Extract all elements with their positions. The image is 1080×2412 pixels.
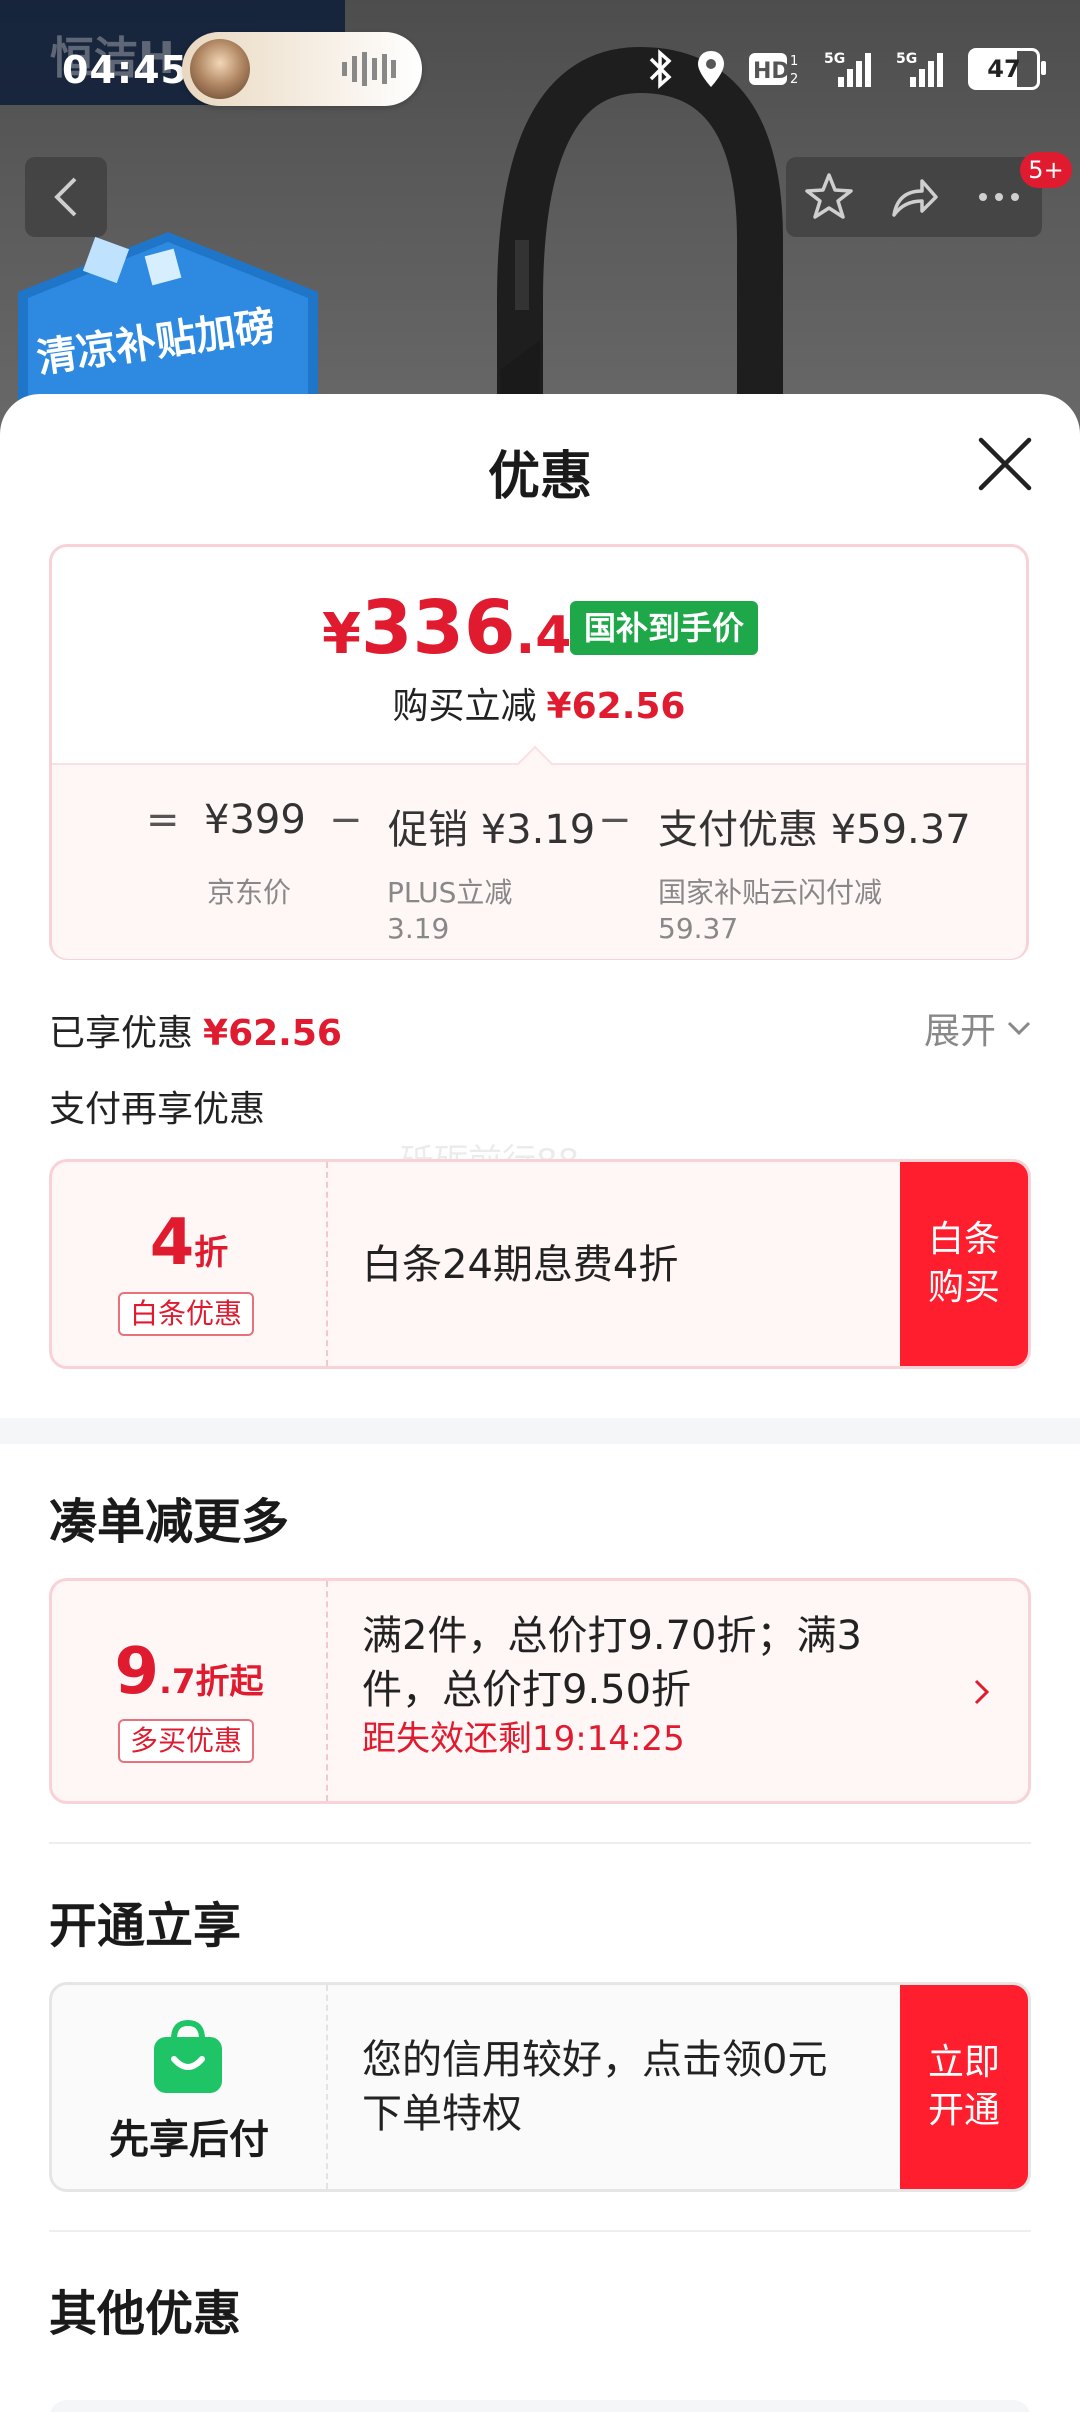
enjoyed-discount: 已享优惠 ¥62.56 bbox=[49, 1004, 342, 1056]
media-thumbnail bbox=[190, 39, 250, 99]
promo-value: 促销 ¥3.19 bbox=[388, 807, 596, 853]
formula-equals: = bbox=[146, 797, 180, 843]
baitiao-buy-button[interactable]: 白条 购买 bbox=[900, 1162, 1028, 1366]
formula-minus-2: − bbox=[598, 797, 632, 843]
bundle-offer-desc: 满2件，总价打9.70折；满3 件，总价打9.50折 距失效还剩19:14:25 bbox=[362, 1609, 862, 1761]
battery-level: 47 bbox=[987, 55, 1021, 83]
svg-text:2: 2 bbox=[790, 72, 798, 87]
activate-now-button[interactable]: 立即 开通 bbox=[900, 1985, 1028, 2189]
baitiao-discount-value: 4折 bbox=[52, 1206, 326, 1280]
jd-price-label: 京东价 bbox=[207, 876, 292, 909]
media-playback-pill[interactable] bbox=[182, 32, 422, 106]
bundle-section-title: 凑单减更多 bbox=[49, 1494, 290, 1550]
pay-later-brand: 先享后付 bbox=[109, 2117, 269, 2163]
location-icon bbox=[698, 51, 724, 87]
bundle-discount-rest: .7折起 bbox=[158, 1662, 264, 1702]
activate-button-line1: 立即 bbox=[927, 2042, 1000, 2083]
header-actions bbox=[786, 157, 1042, 237]
chevron-left-icon bbox=[54, 177, 77, 217]
status-time: 04:45 bbox=[62, 48, 188, 92]
bundle-tag: 多买优惠 bbox=[118, 1719, 255, 1763]
price-formula-panel: = ¥399 − 促销 ¥3.19 − 支付优惠 ¥59.37 京东价 PLUS… bbox=[52, 745, 1026, 959]
message-count-badge: 5+ bbox=[1020, 152, 1072, 188]
reduce-line: 购买立减 ¥62.56 bbox=[52, 677, 1026, 729]
share-icon[interactable] bbox=[888, 171, 940, 223]
other-section-title: 其他优惠 bbox=[49, 2286, 242, 2342]
plus-discount-label: PLUS立减 3.19 bbox=[387, 875, 512, 947]
close-icon[interactable] bbox=[975, 434, 1035, 494]
pay-later-card[interactable]: 先享后付 您的信用较好，点击领0元 下单特权 立即 开通 bbox=[49, 1982, 1031, 2192]
divider-line bbox=[49, 1842, 1031, 1844]
discount-sheet: 优惠 ¥336.44 国补到手价 购买立减 ¥62.56 = ¥399 − 促销 … bbox=[0, 394, 1080, 2412]
payment-discount-value: 支付优惠 ¥59.37 bbox=[658, 807, 971, 853]
baitiao-offer-desc: 白条24期息费4折 bbox=[362, 1242, 679, 1288]
bundle-countdown: 距失效还剩19:14:25 bbox=[362, 1719, 685, 1759]
signal-5g-icon-1: 5G bbox=[824, 51, 871, 87]
bluetooth-icon bbox=[649, 49, 672, 89]
formula-minus-1: − bbox=[329, 797, 363, 843]
plus-discount-line2: 3.19 bbox=[387, 912, 450, 945]
audio-wave-icon bbox=[342, 52, 396, 86]
baitiao-button-line1: 白条 bbox=[927, 1219, 1000, 1260]
gov-subsidy-tag: 国补到手价 bbox=[570, 601, 759, 655]
baitiao-tag: 白条优惠 bbox=[118, 1292, 255, 1336]
enjoyed-discount-value: ¥62.56 bbox=[203, 1013, 342, 1054]
sheet-title: 优惠 bbox=[487, 447, 592, 507]
chevron-down-icon bbox=[1007, 1021, 1031, 1036]
battery-icon: 47 bbox=[968, 48, 1046, 90]
signal-5g-icon-2: 5G bbox=[896, 51, 943, 87]
svg-text:HD: HD bbox=[753, 59, 790, 84]
gov-subsidy-line2: 59.37 bbox=[658, 912, 739, 945]
section-divider bbox=[0, 1418, 1080, 1444]
svg-text:5G: 5G bbox=[896, 51, 917, 67]
baitiao-discount-unit: 折 bbox=[194, 1233, 229, 1273]
bundle-offer-card[interactable]: 9.7折起 多买优惠 满2件，总价打9.70折；满3 件，总价打9.50折 距失… bbox=[49, 1578, 1031, 1804]
hd-icon: HD 1 2 bbox=[749, 53, 798, 87]
more-dots-icon[interactable] bbox=[973, 171, 1025, 223]
baitiao-discount-number: 4 bbox=[149, 1206, 195, 1280]
back-button[interactable] bbox=[25, 157, 107, 237]
bundle-desc-line1: 满2件，总价打9.70折；满3 bbox=[362, 1613, 862, 1659]
enjoyed-discount-label: 已享优惠 bbox=[49, 1013, 194, 1054]
bundle-discount-number: 9 bbox=[114, 1635, 159, 1709]
pay-later-desc-line2: 下单特权 bbox=[362, 2091, 522, 2137]
baitiao-button-line2: 购买 bbox=[927, 1267, 1000, 1308]
svg-text:1: 1 bbox=[790, 54, 798, 69]
svg-text:5G: 5G bbox=[824, 51, 845, 67]
expand-button[interactable]: 展开 bbox=[924, 1002, 1032, 1054]
activate-button-line2: 开通 bbox=[927, 2090, 1000, 2131]
price-formula: = ¥399 − 促销 ¥3.19 − 支付优惠 ¥59.37 bbox=[52, 789, 1026, 853]
shopping-bag-icon bbox=[154, 2019, 222, 2093]
expand-label: 展开 bbox=[923, 1011, 996, 1052]
price-breakdown-card: ¥336.44 国补到手价 购买立减 ¥62.56 = ¥399 − 促销 ¥3.… bbox=[49, 544, 1029, 960]
gov-subsidy-label: 国家补贴云闪付减 59.37 bbox=[658, 875, 882, 947]
other-offer-card-peek[interactable] bbox=[49, 2400, 1031, 2412]
reduce-label: 购买立减 bbox=[392, 686, 537, 727]
bundle-desc-line2: 件，总价打9.50折 bbox=[362, 1667, 692, 1713]
pay-later-desc-line1: 您的信用较好，点击领0元 bbox=[362, 2037, 828, 2083]
divider-line bbox=[49, 2230, 1031, 2232]
final-price: ¥336.44 bbox=[322, 585, 608, 671]
pay-more-label: 支付再享优惠 bbox=[49, 1089, 266, 1130]
plus-discount-line1: PLUS立减 bbox=[387, 876, 513, 909]
jd-price-value: ¥399 bbox=[204, 797, 306, 843]
favorite-star-icon[interactable] bbox=[803, 171, 855, 223]
activate-section-title: 开通立享 bbox=[49, 1898, 242, 1954]
status-bar: 04:45 HD 1 2 5G 5G 47 bbox=[0, 0, 1080, 140]
baitiao-offer-card[interactable]: 4折 白条优惠 白条24期息费4折 白条 购买 bbox=[49, 1159, 1031, 1369]
chevron-right-icon bbox=[974, 1679, 990, 1705]
currency-symbol: ¥ bbox=[322, 602, 361, 667]
price-integer: 336 bbox=[360, 585, 516, 671]
pay-later-desc: 您的信用较好，点击领0元 下单特权 bbox=[362, 2033, 827, 2141]
bundle-discount-value: 9.7折起 bbox=[52, 1635, 326, 1709]
gov-subsidy-line1: 国家补贴云闪付减 bbox=[658, 876, 883, 909]
reduce-value: ¥62.56 bbox=[546, 686, 686, 727]
